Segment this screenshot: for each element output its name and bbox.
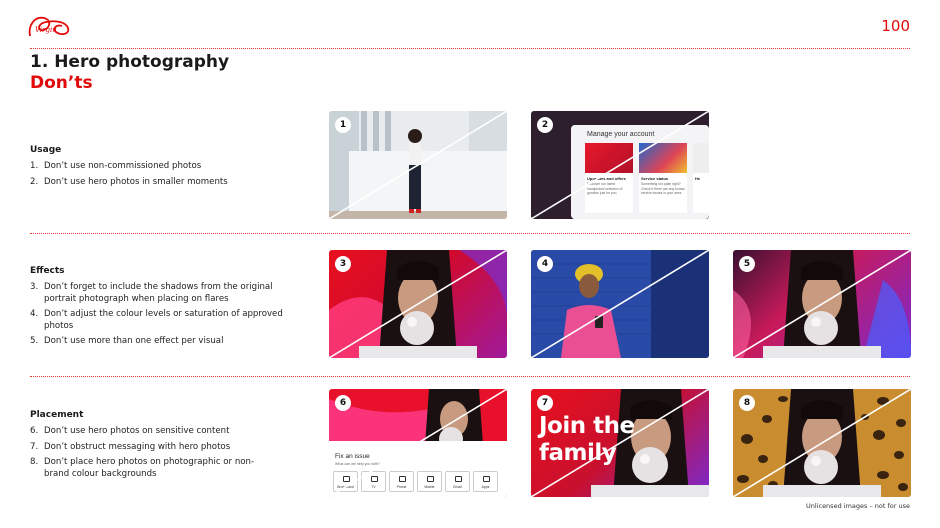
slash-icon: [531, 389, 709, 497]
divider-top: [30, 48, 910, 49]
title-line-1: 1. Hero photography: [30, 52, 230, 72]
tile-badge-7: 7: [537, 395, 553, 411]
example-tile-5: 5: [733, 250, 911, 358]
divider-2: [30, 376, 910, 377]
usage-heading: Usage: [30, 145, 62, 155]
tile-badge-4: 4: [537, 256, 553, 272]
example-tile-6: Fix an issue What can we help you with? …: [329, 389, 507, 497]
list-item: 8. Don’t place hero photos on photographi…: [30, 457, 255, 479]
slash-icon: [531, 250, 709, 358]
slash-icon: [329, 389, 507, 497]
list-item: 7. Don’t obstruct messaging with hero pho…: [30, 441, 231, 452]
tile-badge-1: 1: [335, 117, 351, 133]
list-item: 6. Don’t use hero photos on sensitive con…: [30, 426, 230, 436]
example-tile-4: 4: [531, 250, 709, 358]
virgin-logo: Virgin: [28, 16, 70, 37]
page-title: 1. Hero photography Don’ts: [30, 52, 229, 94]
slash-icon: [733, 389, 911, 497]
example-tile-3: 3: [329, 250, 507, 358]
slash-icon: [531, 111, 709, 219]
slash-icon: [733, 250, 911, 358]
slash-icon: [329, 111, 507, 219]
effects-section: Effects 3. Don’t forget to include the sh…: [30, 266, 288, 352]
example-tile-2: Manage your account Upgrades and offers …: [531, 111, 709, 219]
placement-section: Placement 6. Don’t use hero photos on sen…: [30, 410, 260, 484]
list-item: 1. Don’t use non-commissioned photos: [30, 161, 202, 171]
example-tile-7: Join the family 7: [531, 389, 709, 497]
slash-icon: [329, 250, 507, 358]
example-tile-1: 1: [329, 111, 507, 219]
list-item: 5. Don’t use more than one effect per vis…: [30, 336, 224, 346]
tile-badge-3: 3: [335, 256, 351, 272]
title-line-2: Don’ts: [30, 73, 93, 93]
effects-heading: Effects: [30, 266, 65, 276]
list-item: 4. Don’t adjust the colour levels or satu…: [30, 309, 283, 331]
list-item: 2. Don’t use hero photos in smaller momen…: [30, 176, 228, 187]
list-item: 3. Don’t forget to include the shadows fr…: [30, 282, 273, 304]
tile-badge-8: 8: [739, 395, 755, 411]
example-tile-8: 8: [733, 389, 911, 497]
divider-1: [30, 233, 910, 234]
page-number: 100: [881, 17, 910, 35]
tile-badge-5: 5: [739, 256, 755, 272]
usage-section: Usage 1. Don’t use non-commissioned photo…: [30, 145, 300, 192]
footnote: Unlicensed images – not for use: [806, 502, 910, 510]
placement-heading: Placement: [30, 410, 84, 420]
tile-badge-6: 6: [335, 395, 351, 411]
tile-badge-2: 2: [537, 117, 553, 133]
svg-text:Virgin: Virgin: [35, 26, 57, 34]
